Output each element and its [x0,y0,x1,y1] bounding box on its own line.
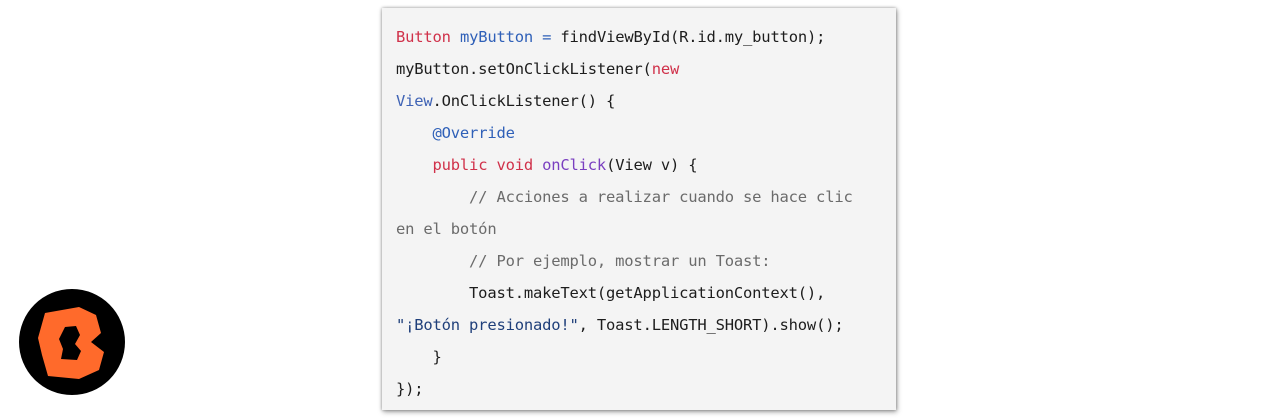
code-token-keyword: void [496,156,533,174]
code-token-method: onClick [542,156,607,174]
code-token-default: , Toast.LENGTH_SHORT).show(); [578,316,844,334]
code-token-keyword: public [432,156,488,174]
code-line: "¡Botón presionado!", Toast.LENGTH_SHORT… [396,313,896,345]
code-token-default [533,28,542,46]
code-token-keyword: Button [396,28,451,46]
code-token-type: View [396,92,433,110]
code-token-default: findViewById(R.id.my_button); [551,28,826,46]
code-token-default [451,28,460,46]
code-line: View.OnClickListener() { [396,89,896,121]
code-token-comment: en el botón [396,220,497,238]
code-token-default: myButton.setOnClickListener( [396,60,652,78]
code-line: en el botón [396,217,896,249]
code-line: Button myButton = findViewById(R.id.my_b… [396,25,896,57]
code-token-default: Toast.makeText(getApplicationContext(), [396,284,826,302]
code-token-default: (View v) { [606,156,698,174]
code-token-string: "¡Botón presionado!" [396,316,579,334]
code-token-comment: // Por ejemplo, mostrar un Toast: [396,252,771,270]
code-body: Button myButton = findViewById(R.id.my_b… [396,25,896,409]
code-line: // Por ejemplo, mostrar un Toast: [396,249,896,281]
code-token-annotation: @Override [432,124,515,142]
code-token-comment: // Acciones a realizar cuando se hace cl… [396,188,853,206]
code-token-default [396,124,433,142]
stylized-b-logo-icon [38,307,104,379]
code-token-variable: = [542,28,552,46]
code-token-default: .OnClickListener() { [432,92,616,110]
code-token-keyword: new [651,60,680,78]
code-line: }); [396,377,896,409]
code-line: myButton.setOnClickListener(new [396,57,896,89]
code-token-default: } [396,348,442,366]
code-line: Toast.makeText(getApplicationContext(), [396,281,896,313]
code-snippet-card: Button myButton = findViewById(R.id.my_b… [382,8,896,410]
code-token-default: }); [396,380,424,398]
code-line: // Acciones a realizar cuando se hace cl… [396,185,896,217]
code-line: @Override [396,121,896,153]
code-line: public void onClick(View v) { [396,153,896,185]
code-line: } [396,345,896,377]
brand-logo [19,289,125,395]
code-token-default [396,156,433,174]
code-token-default [533,156,542,174]
code-token-variable: myButton [459,28,533,46]
